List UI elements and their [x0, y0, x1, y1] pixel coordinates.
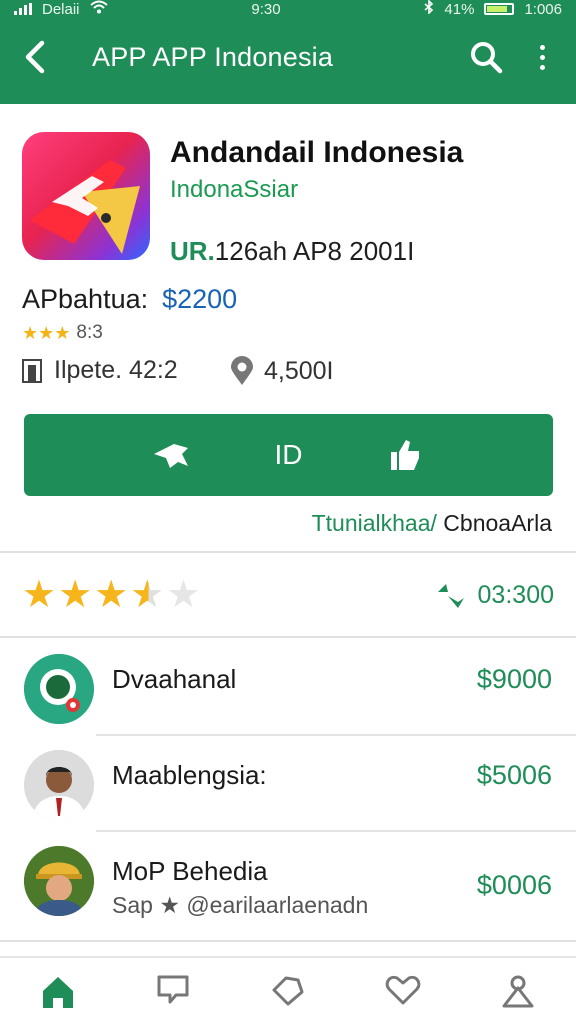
update-text: Ilpete. 42:2 [54, 356, 178, 384]
divider [0, 551, 576, 553]
bottom-nav [0, 956, 576, 1024]
app-developer-link[interactable]: IndonaSsiar [170, 176, 298, 204]
avatar [24, 846, 94, 916]
nav-home[interactable] [18, 974, 98, 1010]
tag-icon [272, 976, 304, 1006]
back-button[interactable] [0, 22, 70, 92]
signal-icon [14, 3, 32, 15]
battery-percent: 41% [444, 0, 475, 18]
list-item-price: $0006 [476, 870, 552, 900]
downloads-info: 4,500I [230, 356, 334, 386]
rating-count-value: 03:300 [477, 580, 554, 609]
version-text: 126ah AP8 2001I [214, 236, 415, 266]
app-header: Andandail Indonesia IndonaSsiar UR.126ah… [22, 132, 554, 266]
avatar [24, 750, 94, 820]
app-name: Andandail Indonesia [170, 136, 464, 169]
home-icon [42, 977, 73, 1008]
list-item-title: Maablengsia: [112, 760, 267, 790]
small-stars-icon: ★★★ [22, 322, 71, 343]
thumb-up-icon [390, 440, 419, 470]
small-rating: ★★★ 8:3 [22, 322, 103, 344]
back-arrow-icon [25, 40, 45, 74]
star-half-icon: ★ [130, 574, 165, 616]
nav-explore[interactable] [248, 974, 328, 1008]
search-icon [471, 42, 503, 74]
list-item[interactable]: MoP Behedia Sap ★ @earilaarlaenadn $0006 [0, 832, 576, 942]
status-extra: 1:006 [524, 0, 562, 18]
bluetooth-icon [424, 0, 434, 18]
carrier-label: Delaii [42, 0, 80, 18]
price-label: APbahtua: [22, 284, 149, 314]
downloads-count: 4,500I [264, 356, 334, 385]
compatibility-text: Ttunialkhaa/ CbnoaArla [312, 510, 552, 537]
profile-icon [502, 975, 534, 1008]
toolbar: APP APP Indonesia [0, 22, 576, 92]
app-logo-icon[interactable] [22, 132, 150, 260]
star-icon: ★ [58, 574, 93, 616]
version-prefix: UR. [170, 236, 215, 266]
rating-count: 03:300 [434, 580, 554, 610]
price-value: $2200 [162, 284, 238, 314]
id-button[interactable]: ID [258, 425, 318, 485]
list-item-title: Dvaahanal [112, 664, 237, 694]
app-bar: Delaii 9:30 41% 1:006 APP APP Indonesia [0, 0, 576, 104]
star-empty-icon: ★ [166, 574, 201, 616]
id-label: ID [274, 439, 303, 470]
file-icon [22, 358, 42, 383]
avatar [24, 654, 94, 724]
compat-dark: CbnoaArla [436, 510, 552, 536]
rating-stars: ★ ★ ★ ★ ★ [22, 576, 200, 614]
nav-messages[interactable] [133, 974, 213, 1006]
location-pin-icon [231, 356, 253, 385]
more-options-button[interactable] [514, 22, 570, 92]
heart-icon [385, 975, 421, 1005]
kebab-menu-icon [539, 44, 545, 70]
leaf-icon [437, 584, 464, 608]
divider [0, 636, 576, 638]
status-bar: Delaii 9:30 41% 1:006 [0, 0, 576, 18]
action-bar: ID [24, 414, 553, 496]
nav-favorites[interactable] [363, 974, 443, 1006]
battery-icon [484, 3, 515, 15]
meta-row: Ilpete. 42:2 4,500I [22, 356, 554, 390]
price-row: APbahtua: $2200 [22, 284, 237, 315]
wifi-icon [89, 0, 108, 18]
compat-green: Ttunialkhaa/ [311, 510, 437, 536]
rating-row: ★ ★ ★ ★ ★ 03:300 [22, 572, 554, 618]
list-item-price: $9000 [476, 664, 552, 694]
star-icon: ★ [22, 574, 57, 616]
list-item-price: $5006 [476, 760, 552, 790]
search-button[interactable] [458, 22, 514, 92]
share-button[interactable] [375, 425, 435, 485]
list-item-subtitle: Sap ★ @earilaarlaenadn [112, 892, 369, 918]
page-title: APP APP Indonesia [92, 41, 334, 72]
install-button[interactable] [142, 425, 202, 485]
chat-icon [157, 975, 189, 1004]
star-icon: ★ [94, 574, 129, 616]
app-version: UR.126ah AP8 2001I [170, 236, 414, 267]
clock-label: 9:30 [251, 0, 281, 18]
nav-profile[interactable] [478, 974, 558, 1008]
plane-icon [154, 444, 189, 468]
list-item-title: MoP Behedia [112, 856, 268, 886]
small-rating-value: 8:3 [76, 322, 103, 343]
list-item[interactable]: Dvaahanal $9000 [0, 640, 576, 736]
divider [0, 940, 576, 942]
update-info: Ilpete. 42:2 [22, 356, 178, 385]
list-item[interactable]: Maablengsia: $5006 [0, 736, 576, 832]
